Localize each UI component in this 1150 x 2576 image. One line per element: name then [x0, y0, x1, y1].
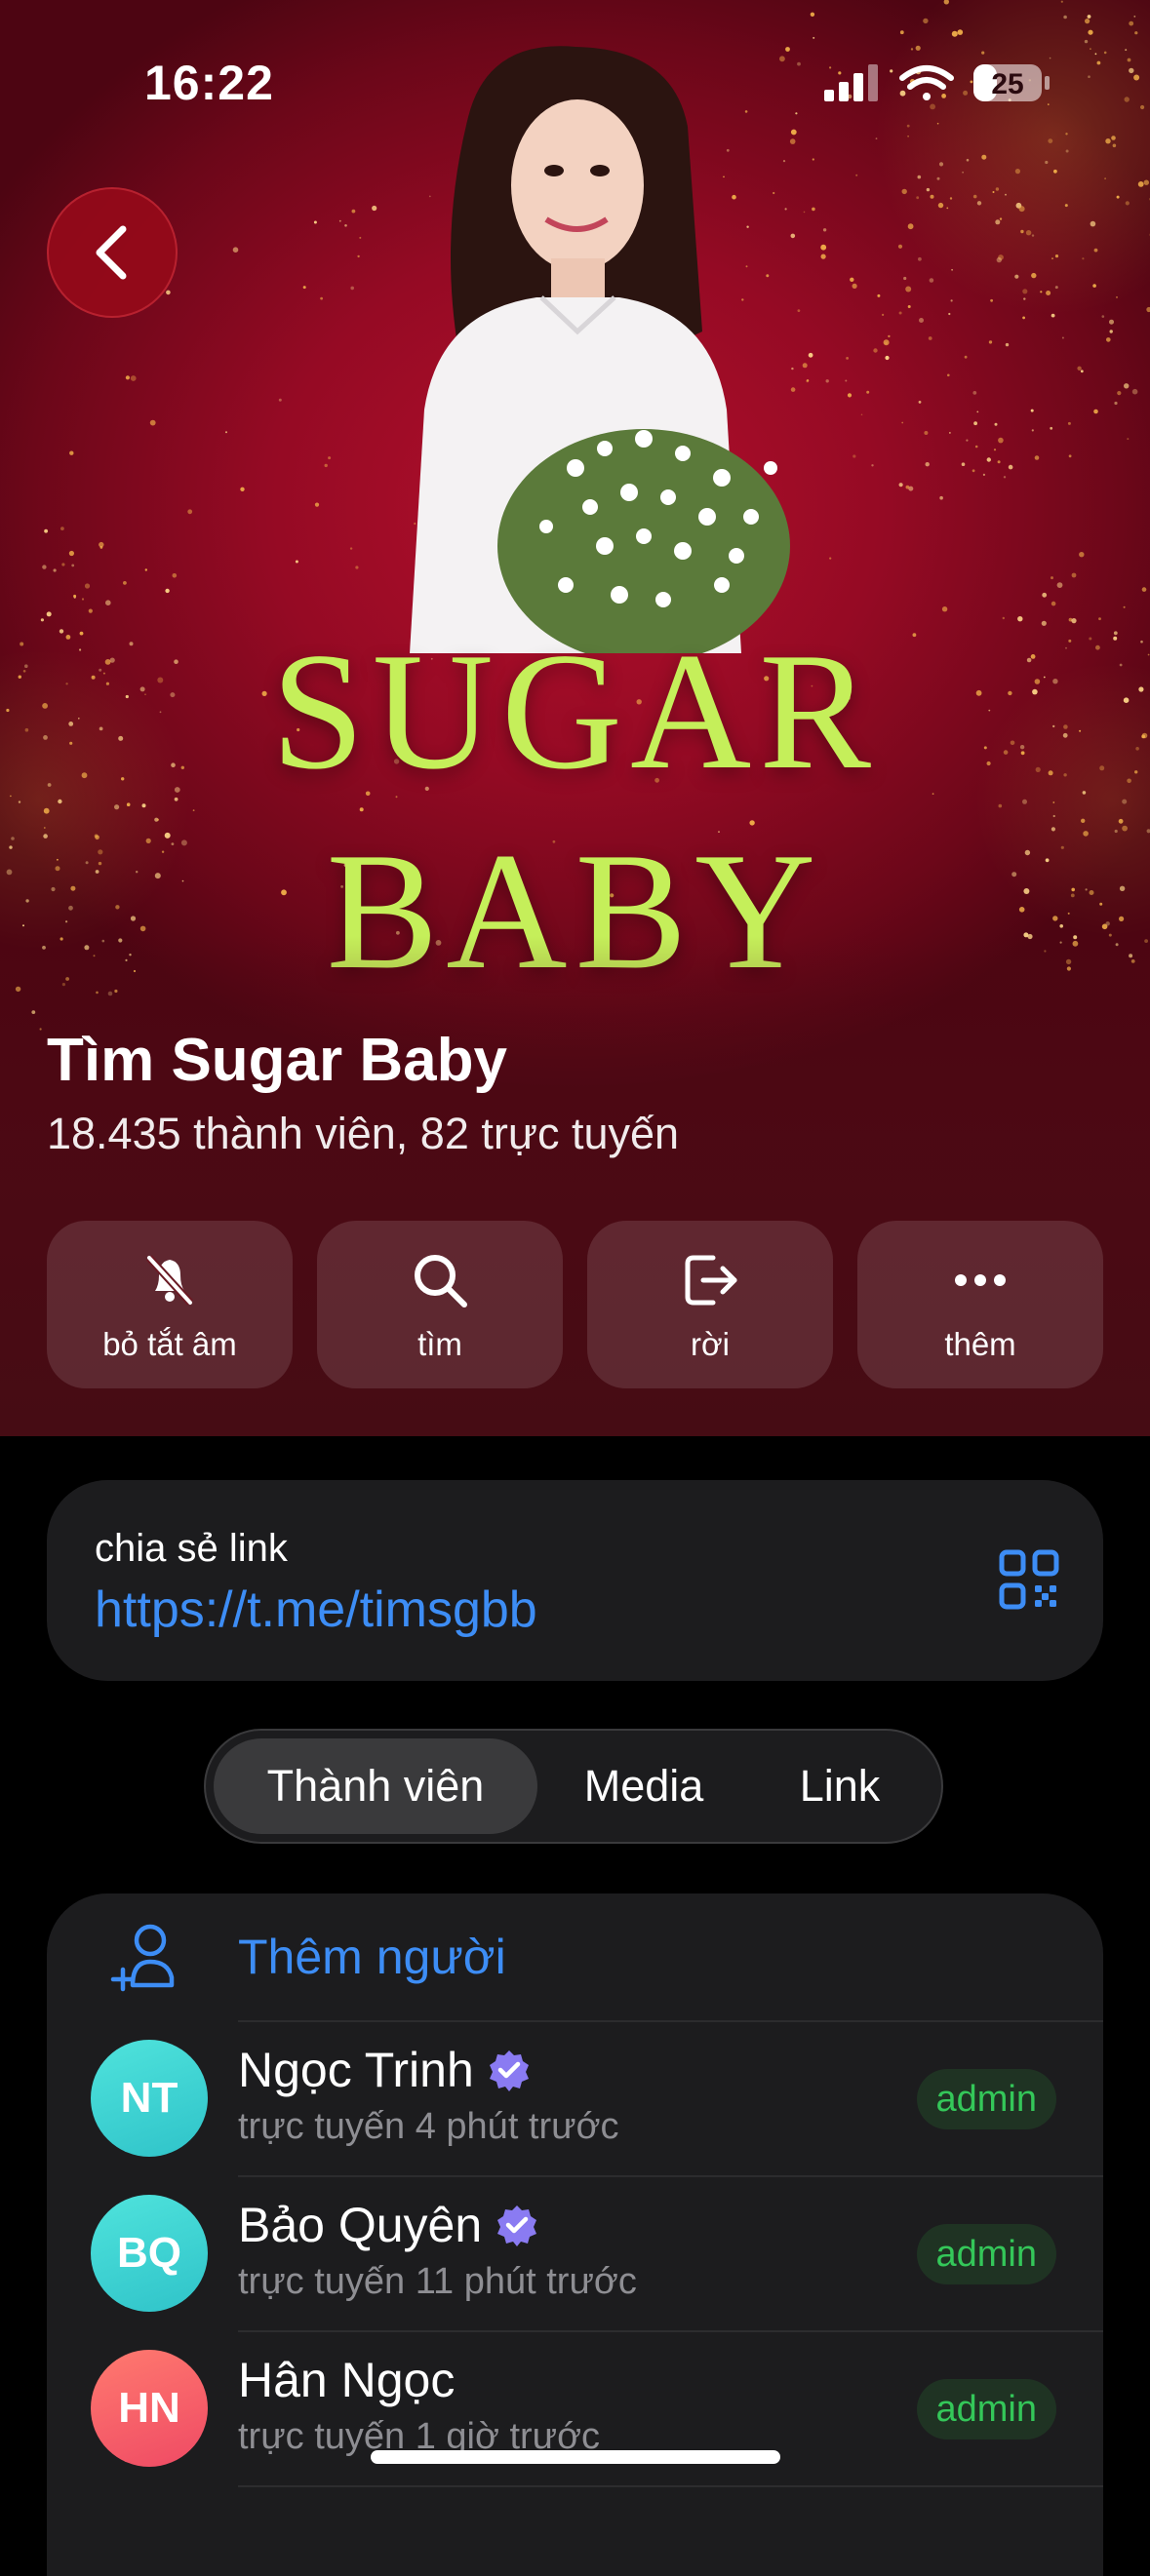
search-button[interactable]: tìm [317, 1221, 563, 1388]
leave-label: rời [691, 1326, 730, 1363]
chevron-left-icon [88, 223, 137, 282]
row-divider [238, 2485, 1103, 2487]
share-link-card[interactable]: chia sẻ link https://t.me/timsgbb [47, 1480, 1103, 1681]
add-member-row[interactable]: Thêm người [47, 1893, 1103, 2020]
tab-link[interactable]: Link [746, 1738, 933, 1834]
member-row[interactable] [47, 2485, 1103, 2576]
bell-slash-icon [136, 1246, 204, 1314]
home-indicator [371, 2450, 780, 2464]
profile-tabs: Thành viên Media Link [204, 1729, 943, 1844]
status-icons: 25 [824, 60, 1058, 109]
member-status: trực tuyến 11 phút trước [238, 2261, 637, 2303]
member-row[interactable]: NT Ngọc Trinh trực tuyến 4 phút trước ad… [47, 2020, 1103, 2175]
member-name-text: Hân Ngọc [238, 2352, 455, 2408]
row-divider [238, 2175, 1103, 2177]
member-name: Bảo Quyên [238, 2197, 538, 2253]
tab-media[interactable]: Media [541, 1738, 746, 1834]
more-label: thêm [944, 1326, 1015, 1363]
more-button[interactable]: thêm [857, 1221, 1103, 1388]
avatar: HN [91, 2350, 208, 2467]
tab-members[interactable]: Thành viên [214, 1738, 537, 1834]
member-status: trực tuyến 4 phút trước [238, 2106, 619, 2148]
signal-icon [824, 64, 878, 101]
add-member-label: Thêm người [238, 1929, 506, 1985]
battery-icon: 25 [973, 64, 1050, 101]
more-icon [946, 1246, 1014, 1314]
role-badge: admin [917, 2224, 1057, 2284]
wifi-icon [902, 68, 951, 100]
role-badge: admin [917, 2379, 1057, 2439]
leave-button[interactable]: rời [587, 1221, 833, 1388]
back-button[interactable] [47, 187, 178, 318]
avatar: NT [91, 2040, 208, 2157]
leave-icon [676, 1246, 744, 1314]
svg-text:25: 25 [991, 68, 1023, 100]
row-divider [238, 2020, 1103, 2022]
qr-code-icon[interactable] [998, 1548, 1060, 1611]
group-header-image: SUGAR BABY 16:22 25 Tìm Sugar Baby 18.43… [0, 0, 1150, 1436]
status-time: 16:22 [144, 55, 274, 111]
member-name-text: Bảo Quyên [238, 2197, 482, 2253]
portrait-image [351, 39, 810, 653]
search-icon [406, 1246, 474, 1314]
member-row[interactable]: BQ Bảo Quyên trực tuyến 11 phút trước ad… [47, 2175, 1103, 2330]
action-bar: bỏ tắt âm tìm rời thêm [47, 1221, 1103, 1388]
verified-badge-icon [488, 2049, 531, 2091]
unmute-label: bỏ tắt âm [102, 1326, 237, 1363]
member-name: Ngọc Trinh [238, 2042, 531, 2098]
member-name: Hân Ngọc [238, 2352, 455, 2408]
unmute-button[interactable]: bỏ tắt âm [47, 1221, 293, 1388]
member-list: Thêm người NT Ngọc Trinh trực tuyến 4 ph… [47, 1893, 1103, 2576]
verified-badge-icon [496, 2204, 538, 2246]
add-person-icon [109, 1921, 183, 1995]
share-link-label: chia sẻ link [95, 1527, 288, 1571]
group-title: Tìm Sugar Baby [47, 1024, 507, 1098]
group-member-count: 18.435 thành viên, 82 trực tuyến [47, 1105, 679, 1163]
avatar: BQ [91, 2195, 208, 2312]
member-name-text: Ngọc Trinh [238, 2042, 474, 2098]
role-badge: admin [917, 2069, 1057, 2129]
search-label: tìm [417, 1326, 462, 1363]
share-link-url[interactable]: https://t.me/timsgbb [95, 1581, 537, 1639]
row-divider [238, 2330, 1103, 2332]
banner-line-1: SUGAR [0, 624, 1150, 800]
